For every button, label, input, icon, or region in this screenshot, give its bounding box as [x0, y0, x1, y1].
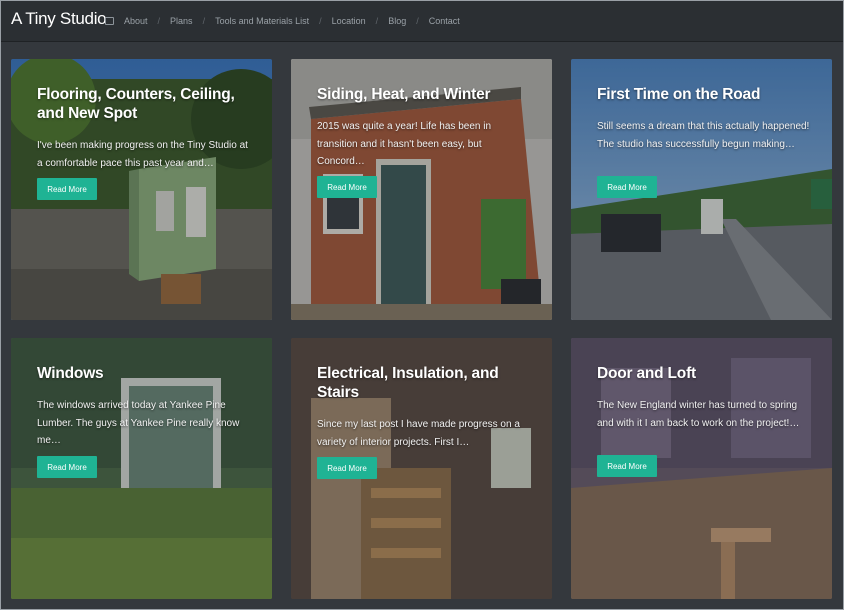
- post-title[interactable]: Electrical, Insulation, and Stairs: [317, 364, 527, 402]
- nav-contact[interactable]: Contact: [429, 16, 460, 26]
- post-excerpt: 2015 was quite a year! Life has been in …: [317, 121, 492, 167]
- post-title[interactable]: First Time on the Road: [597, 85, 807, 104]
- nav-separator: /: [319, 16, 322, 26]
- top-navbar: A Tiny Studio About / Plans / Tools and …: [1, 1, 843, 42]
- nav-separator: /: [416, 16, 419, 26]
- post-excerpt: The New England winter has turned to spr…: [597, 400, 800, 429]
- post-excerpt: The windows arrived today at Yankee Pine…: [37, 400, 240, 446]
- nav-separator: /: [157, 16, 161, 26]
- read-more-button[interactable]: Read More: [37, 178, 97, 200]
- post-title[interactable]: Door and Loft: [597, 364, 807, 383]
- read-more-button[interactable]: Read More: [37, 456, 97, 478]
- post-card-door-loft[interactable]: Door and Loft The New England winter has…: [571, 338, 832, 599]
- post-card-electrical[interactable]: Electrical, Insulation, and Stairs Since…: [291, 338, 552, 599]
- post-card-road[interactable]: First Time on the Road Still seems a dre…: [571, 59, 832, 320]
- main-nav: About / Plans / Tools and Materials List…: [124, 16, 460, 26]
- read-more-button[interactable]: Read More: [597, 176, 657, 198]
- nav-tools-materials[interactable]: Tools and Materials List: [215, 16, 309, 26]
- read-more-button[interactable]: Read More: [317, 176, 377, 198]
- post-card-flooring[interactable]: Flooring, Counters, Ceiling, and New Spo…: [11, 59, 272, 320]
- post-card-windows[interactable]: Windows The windows arrived today at Yan…: [11, 338, 272, 599]
- nav-about[interactable]: About: [124, 16, 148, 26]
- post-excerpt: Since my last post I have made progress …: [317, 419, 520, 448]
- site-title[interactable]: A Tiny Studio: [11, 9, 107, 29]
- nav-plans[interactable]: Plans: [170, 16, 193, 26]
- nav-separator: /: [375, 16, 379, 26]
- nav-blog[interactable]: Blog: [388, 16, 406, 26]
- browser-viewport: A Tiny Studio About / Plans / Tools and …: [0, 0, 844, 610]
- post-excerpt: I've been making progress on the Tiny St…: [37, 140, 248, 169]
- post-card-siding[interactable]: Siding, Heat, and Winter 2015 was quite …: [291, 59, 552, 320]
- read-more-button[interactable]: Read More: [597, 455, 657, 477]
- read-more-button[interactable]: Read More: [317, 457, 377, 479]
- nav-location[interactable]: Location: [332, 16, 366, 26]
- menu-icon[interactable]: [105, 17, 114, 25]
- post-excerpt: Still seems a dream that this actually h…: [597, 121, 810, 150]
- post-title[interactable]: Flooring, Counters, Ceiling, and New Spo…: [37, 85, 247, 123]
- nav-separator: /: [202, 16, 206, 26]
- post-title[interactable]: Siding, Heat, and Winter: [317, 85, 527, 104]
- post-title[interactable]: Windows: [37, 364, 247, 383]
